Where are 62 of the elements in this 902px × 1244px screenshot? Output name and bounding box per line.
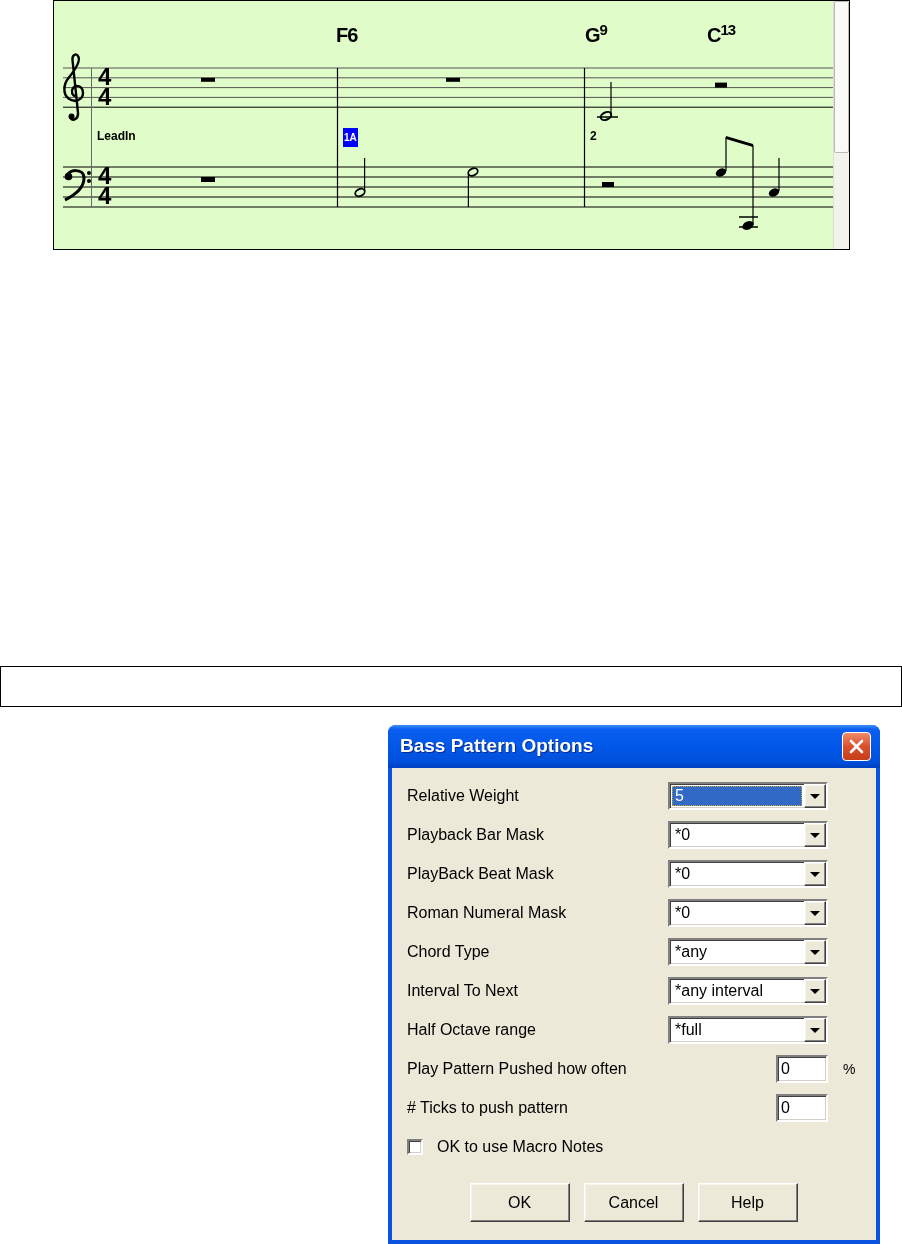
dropdown[interactable]: *full <box>668 1016 828 1044</box>
dropdown-arrow-button[interactable] <box>804 784 826 808</box>
number-input[interactable]: 0 <box>776 1055 828 1083</box>
time-signature-bottom: 4 <box>98 186 112 206</box>
close-icon <box>849 739 864 754</box>
field-label: # Ticks to push pattern <box>407 1098 568 1118</box>
caret-down-icon <box>810 949 820 955</box>
checkbox-label: OK to use Macro Notes <box>437 1137 604 1157</box>
caret-down-icon <box>810 910 820 916</box>
dropdown[interactable]: *any <box>668 938 828 966</box>
close-button[interactable] <box>842 732 871 761</box>
field-label: Relative Weight <box>407 786 519 806</box>
whole-rest-icon <box>446 77 460 82</box>
chord-symbol: F6 <box>336 25 358 45</box>
field-label: Play Pattern Pushed how often <box>407 1059 627 1079</box>
dropdown[interactable]: *0 <box>668 899 828 927</box>
unit-label: % <box>843 1060 856 1078</box>
section-marker: 2 <box>590 129 597 143</box>
chord-symbol: G$^{9}$ <box>585 25 607 45</box>
time-signature-top: 4 <box>98 67 112 87</box>
dropdown-value: *any interval <box>674 981 765 1001</box>
field-label: Interval To Next <box>407 981 518 1001</box>
cancel-button[interactable]: Cancel <box>583 1183 684 1222</box>
dropdown[interactable]: *any interval <box>668 977 828 1005</box>
time-signature-top: 4 <box>98 166 112 186</box>
field-label: Roman Numeral Mask <box>407 903 567 923</box>
dropdown-arrow-button[interactable] <box>804 901 826 925</box>
dropdown-arrow-button[interactable] <box>804 940 826 964</box>
dropdown-value: *full <box>674 1020 703 1040</box>
dropdown-arrow-button[interactable] <box>804 823 826 847</box>
dropdown[interactable]: *0 <box>668 821 828 849</box>
scrollbar-thumb[interactable] <box>834 1 849 153</box>
field-label: PlayBack Beat Mask <box>407 864 554 884</box>
scrollbar[interactable] <box>833 1 849 249</box>
dropdown-value: *any <box>674 942 709 962</box>
caret-down-icon <box>810 793 820 799</box>
caret-down-icon <box>810 871 820 877</box>
chord-symbol: C$^{13}$ <box>707 25 736 45</box>
dropdown[interactable]: 5 <box>668 782 828 810</box>
field-label: Playback Bar Mask <box>407 825 544 845</box>
dropdown-arrow-button[interactable] <box>804 862 826 886</box>
dropdown-value: *0 <box>674 864 692 884</box>
dropdown-value: *0 <box>674 825 692 845</box>
checkbox[interactable] <box>407 1139 423 1155</box>
whole-rest-icon <box>201 77 215 82</box>
half-rest-icon <box>715 82 727 88</box>
field-label: Half Octave range <box>407 1020 536 1040</box>
caret-down-icon <box>810 1027 820 1033</box>
dropdown-value: *0 <box>674 903 692 923</box>
number-input[interactable]: 0 <box>776 1094 828 1122</box>
dropdown-value: 5 <box>672 786 802 806</box>
dropdown-arrow-button[interactable] <box>804 979 826 1003</box>
field-label: Chord Type <box>407 942 490 962</box>
dropdown[interactable]: *0 <box>668 860 828 888</box>
dropdown-arrow-button[interactable] <box>804 1018 826 1042</box>
section-marker: LeadIn <box>97 129 136 143</box>
caret-down-icon <box>810 988 820 994</box>
section-marker: 1A <box>343 128 358 147</box>
caret-down-icon <box>810 832 820 838</box>
help-button[interactable]: Help <box>697 1183 798 1222</box>
dialog-title: Bass Pattern Options <box>400 734 594 759</box>
ok-button[interactable]: OK <box>469 1183 570 1222</box>
